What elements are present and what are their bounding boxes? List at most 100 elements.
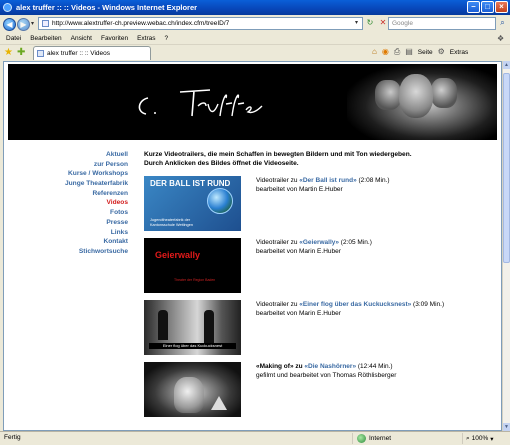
feeds-icon[interactable]: ◉ [382, 47, 389, 57]
nav-link-junge-theaterfabrik[interactable]: Junge Theaterfabrik [28, 179, 128, 189]
forward-button[interactable]: ▶ [17, 17, 30, 31]
portrait-photo [347, 64, 497, 140]
ie-icon [3, 3, 12, 12]
video-thumbnail[interactable]: DER BALL IST RUND Jugendtheaterfabrik de… [144, 176, 241, 231]
close-button[interactable]: × [495, 1, 508, 13]
thumbnail-subtitle: Jugendtheaterfabrik der Kantonsschule We… [150, 218, 193, 227]
url-text[interactable]: http://www.alextruffer-ch.preview.webac.… [52, 20, 229, 27]
intro-line-2: Durch Anklicken des Bildes öffnet die Vi… [144, 160, 299, 167]
menu-datei[interactable]: Datei [6, 35, 21, 42]
search-input[interactable]: Google [388, 17, 496, 30]
scrollbar-thumb[interactable] [503, 73, 510, 263]
video-thumbnail[interactable]: Geierwally Theater der Region Baden [144, 238, 241, 293]
home-icon[interactable]: ⌂ [372, 47, 377, 57]
video-credit: bearbeitet von Martin E.Huber [256, 186, 343, 193]
title-bar: alex truffer :: :: Videos - Windows Inte… [0, 0, 510, 15]
thumbnail-caption: Einer flog über das Kuckucksnest [149, 343, 236, 349]
video-credit: bearbeitet von Marin E.Huber [256, 248, 341, 255]
video-item: Einer flog über das Kuckucksnest Videotr… [144, 300, 494, 362]
video-prefix: Videotrailer zu [256, 177, 300, 184]
page-icon [42, 20, 49, 27]
video-credit: gefilmt und bearbeitet von Thomas Röthli… [256, 372, 397, 379]
nav-link-presse[interactable]: Presse [28, 218, 128, 228]
tab-videos[interactable]: alex truffer :: :: Videos [33, 46, 151, 60]
address-actions: ↻ ✕ [365, 18, 388, 28]
internet-globe-icon [357, 434, 366, 443]
video-item: Geierwally Theater der Region Baden Vide… [144, 238, 494, 300]
nav-link-links[interactable]: Links [28, 228, 128, 238]
video-duration: (12:44 Min.) [356, 363, 393, 370]
intro-text: Kurze Videotrailers, die mein Schaffen i… [144, 150, 494, 168]
nav-link-referenzen[interactable]: Referenzen [28, 189, 128, 199]
minimize-button[interactable]: – [467, 1, 480, 13]
video-title-link[interactable]: «Die Nashörner» [304, 363, 356, 370]
print-icon[interactable]: ⎙ [394, 47, 400, 57]
video-thumbnail[interactable]: Einer flog über das Kuckucksnest [144, 300, 241, 355]
address-input[interactable]: http://www.alextruffer-ch.preview.webac.… [38, 17, 363, 30]
maximize-button[interactable]: □ [481, 1, 494, 13]
video-duration: (2:08 Min.) [356, 177, 390, 184]
tab-label: alex truffer :: :: Videos [47, 50, 110, 57]
scroll-down-icon[interactable]: ▼ [503, 423, 510, 431]
video-description: Videotrailer zu «Geierwally» (2:05 Min.)… [256, 238, 496, 256]
address-toolbar: ◀ ▶ ▾ http://www.alextruffer-ch.preview.… [0, 15, 510, 33]
gear-icon: ⚙ [437, 47, 445, 56]
window-controls: – □ × [467, 1, 508, 13]
zone-label: Internet [369, 435, 392, 442]
status-bar: Fertig Internet ⌕ 100% ▾ [0, 431, 510, 445]
thumbnail-title: Geierwally [155, 250, 201, 260]
history-dropdown-icon[interactable]: ▾ [31, 19, 38, 29]
search-icon[interactable]: ⌕ [497, 18, 508, 29]
address-dropdown-icon[interactable]: ▾ [352, 19, 361, 28]
favorites-star-icon[interactable]: ★ [4, 47, 15, 58]
page-viewport: Aktuell zur Person Kurse / Workshops Jun… [3, 61, 502, 431]
menu-bearbeiten[interactable]: Bearbeiten [30, 35, 61, 42]
intro-line-1: Kurze Videotrailers, die mein Schaffen i… [144, 151, 412, 158]
zoom-level: 100% [471, 435, 489, 442]
video-description: Videotrailer zu «Einer flog über das Kuc… [256, 300, 496, 318]
window-title: alex truffer :: :: Videos - Windows Inte… [16, 3, 198, 12]
add-favorite-icon[interactable]: ✚ [17, 47, 28, 58]
video-prefix: «Making of» zu [256, 363, 305, 370]
zoom-control[interactable]: ⌕ 100% ▾ [462, 433, 494, 444]
nav-link-kontakt[interactable]: Kontakt [28, 237, 128, 247]
scroll-up-icon[interactable]: ▲ [503, 61, 510, 69]
refresh-icon[interactable]: ↻ [365, 18, 375, 28]
site-header-banner [8, 64, 497, 140]
back-button[interactable]: ◀ [3, 17, 16, 31]
video-title-link[interactable]: «Einer flog über das Kuckucksnest» [299, 301, 411, 308]
menu-extras[interactable]: Extras [137, 35, 155, 42]
video-description: «Making of» zu «Die Nashörner» (12:44 Mi… [256, 362, 496, 380]
status-text: Fertig [4, 434, 21, 441]
video-title-link[interactable]: «Geierwally» [299, 239, 339, 246]
menu-ansicht[interactable]: Ansicht [71, 35, 92, 42]
site-navigation: Aktuell zur Person Kurse / Workshops Jun… [28, 150, 128, 257]
menu-favoriten[interactable]: Favoriten [101, 35, 128, 42]
tab-bar: ★ ✚ alex truffer :: :: Videos ⌂ ◉ ⎙ ▤ Se… [0, 45, 510, 61]
zoom-dropdown-icon[interactable]: ▾ [490, 435, 493, 443]
video-prefix: Videotrailer zu [256, 301, 300, 308]
globe-image [207, 188, 233, 214]
stop-icon[interactable]: ✕ [378, 18, 388, 28]
nav-link-fotos[interactable]: Fotos [28, 208, 128, 218]
video-thumbnail[interactable] [144, 362, 241, 417]
windows-logo-icon: ❖ [497, 34, 505, 43]
signature-logo [138, 89, 263, 117]
video-title-link[interactable]: «Der Ball ist rund» [299, 177, 356, 184]
video-duration: (2:05 Min.) [339, 239, 372, 246]
nav-link-kurse-workshops[interactable]: Kurse / Workshops [28, 169, 128, 179]
nav-link-videos[interactable]: Videos [28, 198, 128, 208]
nav-link-aktuell[interactable]: Aktuell [28, 150, 128, 160]
vertical-scrollbar[interactable]: ▲ ▼ [502, 61, 510, 431]
nav-link-stichwortsuche[interactable]: Stichwortsuche [28, 247, 128, 257]
zoom-magnifier-icon: ⌕ [466, 434, 470, 442]
command-bar: ⌂ ◉ ⎙ ▤ Seite ⚙ Extras [372, 47, 468, 57]
tab-page-icon [37, 50, 44, 57]
tools-menu[interactable]: Extras [450, 49, 468, 56]
nav-link-zur-person[interactable]: zur Person [28, 160, 128, 170]
page-menu[interactable]: Seite [418, 49, 433, 56]
menu-help[interactable]: ? [165, 35, 169, 42]
security-zone[interactable]: Internet [352, 433, 391, 444]
video-duration: (3:09 Min.) [411, 301, 445, 308]
video-prefix: Videotrailer zu [256, 239, 300, 246]
